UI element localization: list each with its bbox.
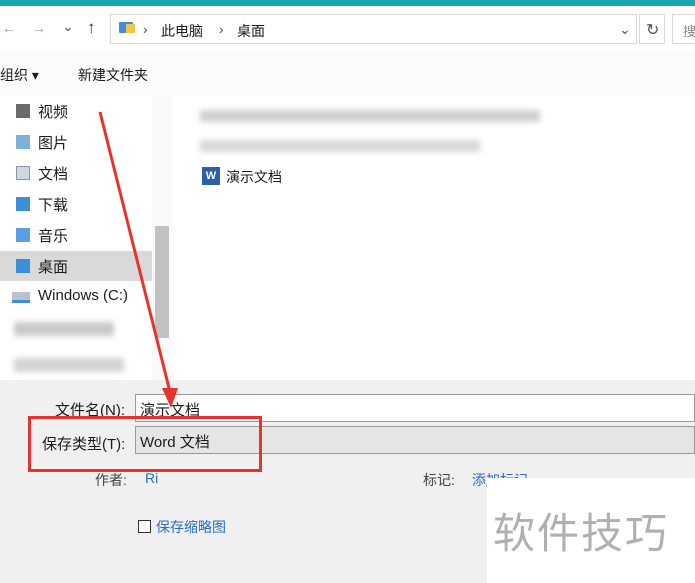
watermark-panel: 软件技巧 [487,478,695,583]
watermark-text: 软件技巧 [493,510,670,557]
